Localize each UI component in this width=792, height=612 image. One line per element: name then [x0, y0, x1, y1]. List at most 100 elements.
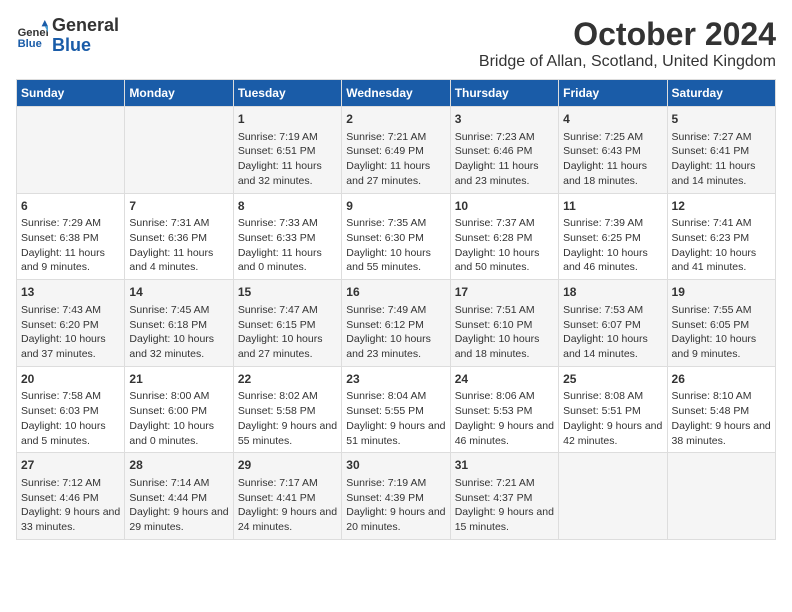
- day-number: 1: [238, 111, 337, 128]
- day-number: 5: [672, 111, 771, 128]
- calendar-cell: 14 Sunrise: 7:45 AM Sunset: 6:18 PM Dayli…: [125, 280, 233, 367]
- calendar-cell: 18 Sunrise: 7:53 AM Sunset: 6:07 PM Dayli…: [559, 280, 667, 367]
- day-number: 18: [563, 284, 662, 301]
- calendar-cell: 7Sunrise: 7:31 AM Sunset: 6:36 PM Daylig…: [125, 193, 233, 280]
- day-number: 4: [563, 111, 662, 128]
- calendar-cell: 6Sunrise: 7:29 AM Sunset: 6:38 PM Daylig…: [17, 193, 125, 280]
- header-sunday: Sunday: [17, 80, 125, 107]
- day-number: 10: [455, 198, 554, 215]
- calendar-cell: 11Sunrise: 7:39 AM Sunset: 6:25 PM Dayli…: [559, 193, 667, 280]
- day-number: 29: [238, 457, 337, 474]
- day-info: Sunrise: 8:06 AM Sunset: 5:53 PM Dayligh…: [455, 389, 554, 448]
- calendar-cell: [667, 453, 775, 540]
- main-title: October 2024: [479, 16, 776, 53]
- calendar-cell: 1 Sunrise: 7:19 AM Sunset: 6:51 PM Daylig…: [233, 107, 341, 194]
- calendar-cell: 19 Sunrise: 7:55 AM Sunset: 6:05 PM Dayli…: [667, 280, 775, 367]
- calendar-week-2: 13Sunrise: 7:43 AM Sunset: 6:20 PM Dayli…: [17, 280, 776, 367]
- day-info: Sunrise: 7:14 AM Sunset: 4:44 PM Dayligh…: [129, 476, 228, 535]
- svg-text:Blue: Blue: [18, 38, 42, 50]
- calendar-cell: 17 Sunrise: 7:51 AM Sunset: 6:10 PM Dayli…: [450, 280, 558, 367]
- calendar-cell: 29 Sunrise: 7:17 AM Sunset: 4:41 PM Dayli…: [233, 453, 341, 540]
- page-header: General Blue General Blue October 2024 B…: [16, 16, 776, 71]
- calendar-cell: 26Sunrise: 8:10 AM Sunset: 5:48 PM Dayli…: [667, 366, 775, 453]
- calendar-cell: 9Sunrise: 7:35 AM Sunset: 6:30 PM Daylig…: [342, 193, 450, 280]
- calendar-cell: 15Sunrise: 7:47 AM Sunset: 6:15 PM Dayli…: [233, 280, 341, 367]
- day-info: Sunrise: 8:04 AM Sunset: 5:55 PM Dayligh…: [346, 389, 445, 448]
- day-info: Sunrise: 8:08 AM Sunset: 5:51 PM Dayligh…: [563, 389, 662, 448]
- day-number: 14: [129, 284, 228, 301]
- header-thursday: Thursday: [450, 80, 558, 107]
- day-number: 26: [672, 371, 771, 388]
- day-info: Sunrise: 7:25 AM Sunset: 6:43 PM Dayligh…: [563, 130, 662, 189]
- calendar-cell: 12Sunrise: 7:41 AM Sunset: 6:23 PM Dayli…: [667, 193, 775, 280]
- day-number: 24: [455, 371, 554, 388]
- calendar-cell: [559, 453, 667, 540]
- header-wednesday: Wednesday: [342, 80, 450, 107]
- day-info: Sunrise: 7:51 AM Sunset: 6:10 PM Dayligh…: [455, 303, 554, 362]
- calendar-cell: 25Sunrise: 8:08 AM Sunset: 5:51 PM Dayli…: [559, 366, 667, 453]
- header-tuesday: Tuesday: [233, 80, 341, 107]
- calendar-cell: 21Sunrise: 8:00 AM Sunset: 6:00 PM Dayli…: [125, 366, 233, 453]
- day-info: Sunrise: 7:21 AM Sunset: 6:49 PM Dayligh…: [346, 130, 445, 189]
- day-number: 17: [455, 284, 554, 301]
- day-info: Sunrise: 7:21 AM Sunset: 4:37 PM Dayligh…: [455, 476, 554, 535]
- day-info: Sunrise: 7:45 AM Sunset: 6:18 PM Dayligh…: [129, 303, 228, 362]
- day-info: Sunrise: 7:35 AM Sunset: 6:30 PM Dayligh…: [346, 216, 445, 275]
- day-info: Sunrise: 7:53 AM Sunset: 6:07 PM Dayligh…: [563, 303, 662, 362]
- calendar-cell: 13Sunrise: 7:43 AM Sunset: 6:20 PM Dayli…: [17, 280, 125, 367]
- day-info: Sunrise: 7:39 AM Sunset: 6:25 PM Dayligh…: [563, 216, 662, 275]
- day-info: Sunrise: 7:41 AM Sunset: 6:23 PM Dayligh…: [672, 216, 771, 275]
- logo: General Blue General Blue: [16, 16, 119, 56]
- day-info: Sunrise: 7:19 AM Sunset: 6:51 PM Dayligh…: [238, 130, 337, 189]
- day-number: 20: [21, 371, 120, 388]
- day-info: Sunrise: 7:43 AM Sunset: 6:20 PM Dayligh…: [21, 303, 120, 362]
- calendar-cell: [125, 107, 233, 194]
- day-info: Sunrise: 7:17 AM Sunset: 4:41 PM Dayligh…: [238, 476, 337, 535]
- day-number: 31: [455, 457, 554, 474]
- day-info: Sunrise: 7:47 AM Sunset: 6:15 PM Dayligh…: [238, 303, 337, 362]
- title-block: October 2024 Bridge of Allan, Scotland, …: [479, 16, 776, 71]
- day-number: 28: [129, 457, 228, 474]
- calendar-cell: 10Sunrise: 7:37 AM Sunset: 6:28 PM Dayli…: [450, 193, 558, 280]
- day-number: 9: [346, 198, 445, 215]
- calendar-cell: 30Sunrise: 7:19 AM Sunset: 4:39 PM Dayli…: [342, 453, 450, 540]
- day-info: Sunrise: 7:12 AM Sunset: 4:46 PM Dayligh…: [21, 476, 120, 535]
- day-number: 11: [563, 198, 662, 215]
- calendar-cell: 2 Sunrise: 7:21 AM Sunset: 6:49 PM Daylig…: [342, 107, 450, 194]
- day-info: Sunrise: 8:00 AM Sunset: 6:00 PM Dayligh…: [129, 389, 228, 448]
- day-info: Sunrise: 8:02 AM Sunset: 5:58 PM Dayligh…: [238, 389, 337, 448]
- header-friday: Friday: [559, 80, 667, 107]
- calendar-cell: 28 Sunrise: 7:14 AM Sunset: 4:44 PM Dayli…: [125, 453, 233, 540]
- subtitle: Bridge of Allan, Scotland, United Kingdo…: [479, 53, 776, 71]
- day-info: Sunrise: 7:49 AM Sunset: 6:12 PM Dayligh…: [346, 303, 445, 362]
- calendar-cell: 5Sunrise: 7:27 AM Sunset: 6:41 PM Daylig…: [667, 107, 775, 194]
- day-number: 8: [238, 198, 337, 215]
- day-info: Sunrise: 7:19 AM Sunset: 4:39 PM Dayligh…: [346, 476, 445, 535]
- day-number: 16: [346, 284, 445, 301]
- calendar-week-4: 27Sunrise: 7:12 AM Sunset: 4:46 PM Dayli…: [17, 453, 776, 540]
- day-number: 2: [346, 111, 445, 128]
- calendar-cell: 4 Sunrise: 7:25 AM Sunset: 6:43 PM Daylig…: [559, 107, 667, 194]
- calendar-week-1: 6Sunrise: 7:29 AM Sunset: 6:38 PM Daylig…: [17, 193, 776, 280]
- calendar-header-row: SundayMondayTuesdayWednesdayThursdayFrid…: [17, 80, 776, 107]
- day-number: 7: [129, 198, 228, 215]
- day-info: Sunrise: 7:23 AM Sunset: 6:46 PM Dayligh…: [455, 130, 554, 189]
- day-number: 19: [672, 284, 771, 301]
- header-monday: Monday: [125, 80, 233, 107]
- day-info: Sunrise: 7:31 AM Sunset: 6:36 PM Dayligh…: [129, 216, 228, 275]
- calendar-cell: 27Sunrise: 7:12 AM Sunset: 4:46 PM Dayli…: [17, 453, 125, 540]
- calendar-cell: 8Sunrise: 7:33 AM Sunset: 6:33 PM Daylig…: [233, 193, 341, 280]
- calendar-cell: 31 Sunrise: 7:21 AM Sunset: 4:37 PM Dayli…: [450, 453, 558, 540]
- day-number: 3: [455, 111, 554, 128]
- day-info: Sunrise: 7:33 AM Sunset: 6:33 PM Dayligh…: [238, 216, 337, 275]
- calendar-table: SundayMondayTuesdayWednesdayThursdayFrid…: [16, 79, 776, 540]
- header-saturday: Saturday: [667, 80, 775, 107]
- logo-icon: General Blue: [16, 20, 48, 52]
- day-number: 22: [238, 371, 337, 388]
- day-info: Sunrise: 8:10 AM Sunset: 5:48 PM Dayligh…: [672, 389, 771, 448]
- svg-text:General: General: [18, 27, 48, 39]
- calendar-cell: 3 Sunrise: 7:23 AM Sunset: 6:46 PM Daylig…: [450, 107, 558, 194]
- calendar-cell: 24Sunrise: 8:06 AM Sunset: 5:53 PM Dayli…: [450, 366, 558, 453]
- day-info: Sunrise: 7:55 AM Sunset: 6:05 PM Dayligh…: [672, 303, 771, 362]
- day-info: Sunrise: 7:58 AM Sunset: 6:03 PM Dayligh…: [21, 389, 120, 448]
